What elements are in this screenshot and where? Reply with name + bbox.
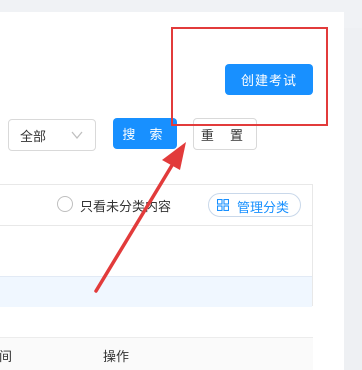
top-strip bbox=[0, 0, 362, 12]
chevron-down-icon bbox=[71, 131, 83, 140]
manage-category-button[interactable]: 管理分类 bbox=[208, 193, 301, 217]
category-row[interactable] bbox=[0, 276, 312, 307]
unclassified-only-label[interactable]: 只看未分类内容 bbox=[80, 196, 171, 215]
annotation-highlight-box bbox=[171, 27, 328, 126]
grid-icon bbox=[217, 199, 229, 211]
panel-divider bbox=[0, 225, 312, 226]
screen: 创建考试 全部 搜 索 重 置 只看未分类内容 管理分类 间 操作 bbox=[0, 0, 362, 370]
column-header-actions: 操作 bbox=[103, 350, 130, 365]
category-select[interactable]: 全部 bbox=[8, 119, 96, 151]
manage-category-label: 管理分类 bbox=[237, 201, 290, 216]
scrollbar-track[interactable] bbox=[344, 28, 362, 370]
category-select-value: 全部 bbox=[20, 130, 47, 145]
search-button[interactable]: 搜 索 bbox=[113, 118, 177, 149]
unclassified-only-radio[interactable] bbox=[57, 196, 73, 212]
column-header-time: 间 bbox=[0, 350, 13, 365]
table-header: 间 操作 bbox=[0, 337, 313, 370]
